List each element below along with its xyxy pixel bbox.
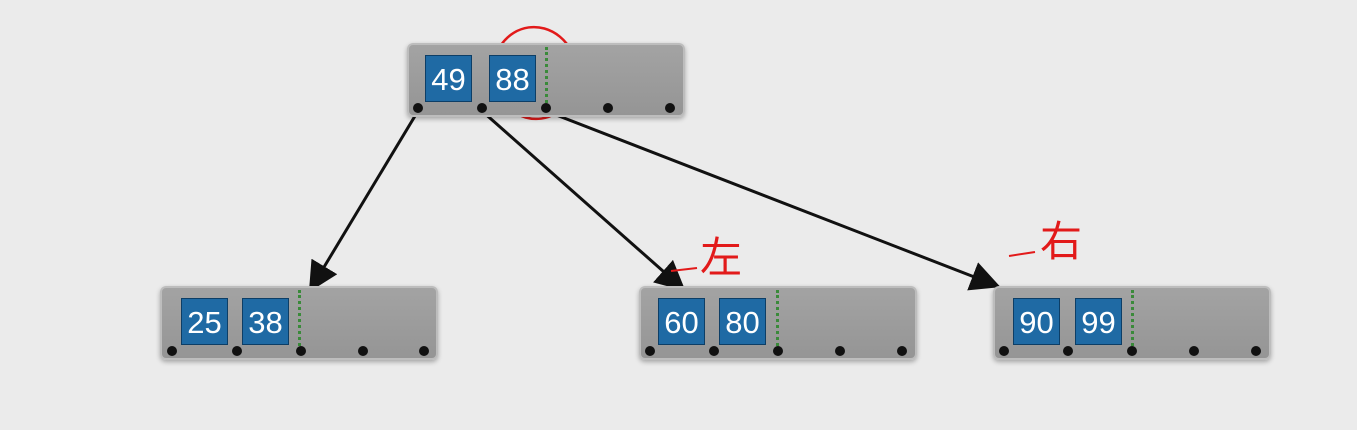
child-pointer-3 — [541, 103, 551, 113]
key-90: 90 — [1013, 298, 1060, 345]
key-99: 99 — [1075, 298, 1122, 345]
child-pointer-2 — [232, 346, 242, 356]
key-60: 60 — [658, 298, 705, 345]
node-divider — [1131, 290, 1134, 352]
key-88: 88 — [489, 55, 536, 102]
child-pointer-1 — [645, 346, 655, 356]
node-middle-child: 60 80 — [639, 286, 917, 360]
node-right-child: 90 99 — [993, 286, 1271, 360]
child-pointer-4 — [835, 346, 845, 356]
key-25: 25 — [181, 298, 228, 345]
child-pointer-3 — [773, 346, 783, 356]
node-root: 49 88 — [407, 43, 685, 117]
child-pointer-2 — [1063, 346, 1073, 356]
key-80: 80 — [719, 298, 766, 345]
annotation-left: 左 — [700, 233, 743, 282]
child-pointer-3 — [296, 346, 306, 356]
child-pointer-3 — [1127, 346, 1137, 356]
annotation-right: 右 — [1040, 217, 1083, 266]
edge-root-to-left — [308, 110, 420, 293]
annotation-tick-left — [670, 267, 698, 272]
node-left-child: 25 38 — [160, 286, 438, 360]
child-pointer-5 — [665, 103, 675, 113]
node-divider — [545, 47, 548, 109]
node-divider — [776, 290, 779, 352]
child-pointer-4 — [1189, 346, 1199, 356]
child-pointer-5 — [1251, 346, 1261, 356]
edge-root-to-right — [545, 109, 1001, 291]
edge-root-to-middle — [481, 109, 686, 291]
child-pointer-5 — [897, 346, 907, 356]
child-pointer-1 — [413, 103, 423, 113]
child-pointer-2 — [477, 103, 487, 113]
child-pointer-4 — [358, 346, 368, 356]
key-38: 38 — [242, 298, 289, 345]
node-divider — [298, 290, 301, 352]
child-pointer-2 — [709, 346, 719, 356]
child-pointer-1 — [167, 346, 177, 356]
annotation-tick-right — [1008, 251, 1036, 257]
child-pointer-1 — [999, 346, 1009, 356]
child-pointer-4 — [603, 103, 613, 113]
btree-diagram: 49 88 25 38 60 80 90 99 左 右 — [0, 0, 1357, 430]
child-pointer-5 — [419, 346, 429, 356]
key-49: 49 — [425, 55, 472, 102]
